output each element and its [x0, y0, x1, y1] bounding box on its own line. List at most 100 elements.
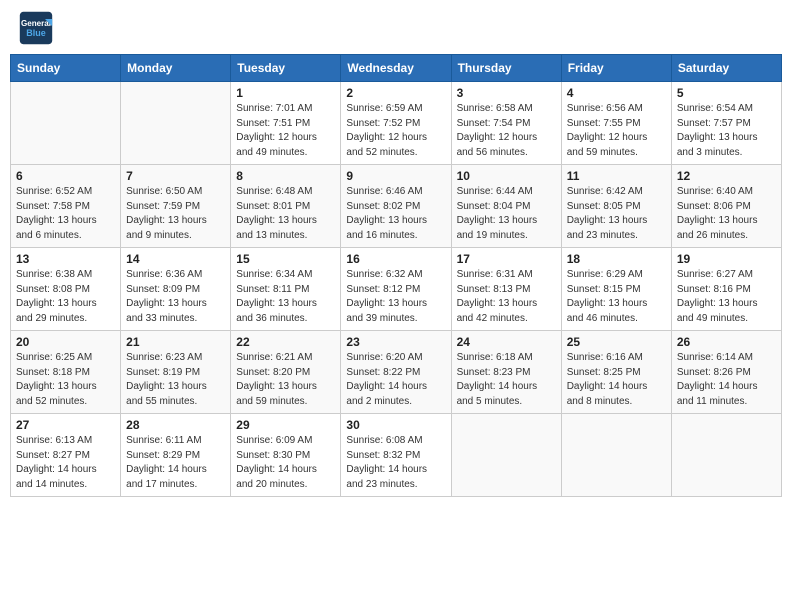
day-number: 21 — [126, 335, 225, 349]
day-info: Sunrise: 6:18 AM Sunset: 8:23 PM Dayligh… — [457, 351, 556, 409]
day-info: Sunrise: 6:16 AM Sunset: 8:25 PM Dayligh… — [567, 351, 666, 409]
calendar-cell: 14Sunrise: 6:36 AM Sunset: 8:09 PM Dayli… — [121, 248, 231, 331]
calendar-week-row: 6 Sunrise: 6:52 AM Sunset: 7:58 PM Daylig… — [11, 165, 782, 248]
calendar-cell: 7Sunrise: 6:50 AM Sunset: 7:59 PM Daylig… — [121, 165, 231, 248]
col-header-saturday: Saturday — [671, 55, 781, 82]
calendar-cell: 23Sunrise: 6:20 AM Sunset: 8:22 PM Dayli… — [341, 331, 451, 414]
calendar-cell: 10Sunrise: 6:44 AM Sunset: 8:04 PM Dayli… — [451, 165, 561, 248]
svg-text:Blue: Blue — [26, 28, 46, 38]
calendar-cell: 2 Sunrise: 6:59 AM Sunset: 7:52 PM Daylig… — [341, 82, 451, 165]
day-number: 4 — [567, 86, 666, 100]
day-info: Sunrise: 6:32 AM Sunset: 8:12 PM Dayligh… — [346, 268, 445, 326]
logo: General Blue — [18, 10, 54, 46]
day-number: 11 — [567, 169, 666, 183]
svg-text:General: General — [21, 19, 51, 28]
day-info: Sunrise: 6:11 AM Sunset: 8:29 PM Dayligh… — [126, 434, 225, 492]
calendar-cell: 26 Sunrise: 6:14 AM Sunset: 8:26 PM Dayli… — [671, 331, 781, 414]
calendar-week-row: 1 Sunrise: 7:01 AM Sunset: 7:51 PM Daylig… — [11, 82, 782, 165]
day-number: 12 — [677, 169, 776, 183]
col-header-tuesday: Tuesday — [231, 55, 341, 82]
calendar-cell: 1 Sunrise: 7:01 AM Sunset: 7:51 PM Daylig… — [231, 82, 341, 165]
col-header-wednesday: Wednesday — [341, 55, 451, 82]
day-number: 26 — [677, 335, 776, 349]
col-header-sunday: Sunday — [11, 55, 121, 82]
calendar-cell: 29 Sunrise: 6:09 AM Sunset: 8:30 PM Dayli… — [231, 414, 341, 497]
calendar-table: SundayMondayTuesdayWednesdayThursdayFrid… — [10, 54, 782, 497]
day-number: 19 — [677, 252, 776, 266]
day-number: 22 — [236, 335, 335, 349]
calendar-cell: 19 Sunrise: 6:27 AM Sunset: 8:16 PM Dayli… — [671, 248, 781, 331]
day-number: 1 — [236, 86, 335, 100]
col-header-thursday: Thursday — [451, 55, 561, 82]
calendar-cell: 27Sunrise: 6:13 AM Sunset: 8:27 PM Dayli… — [11, 414, 121, 497]
day-info: Sunrise: 7:01 AM Sunset: 7:51 PM Dayligh… — [236, 102, 335, 160]
calendar-cell: 15 Sunrise: 6:34 AM Sunset: 8:11 PM Dayli… — [231, 248, 341, 331]
day-info: Sunrise: 6:27 AM Sunset: 8:16 PM Dayligh… — [677, 268, 776, 326]
day-number: 9 — [346, 169, 445, 183]
calendar-cell — [121, 82, 231, 165]
calendar-cell: 4 Sunrise: 6:56 AM Sunset: 7:55 PM Daylig… — [561, 82, 671, 165]
day-number: 16 — [346, 252, 445, 266]
day-info: Sunrise: 6:34 AM Sunset: 8:11 PM Dayligh… — [236, 268, 335, 326]
day-number: 13 — [16, 252, 115, 266]
page-header: General Blue — [10, 10, 782, 46]
calendar-cell — [561, 414, 671, 497]
day-number: 6 — [16, 169, 115, 183]
day-info: Sunrise: 6:23 AM Sunset: 8:19 PM Dayligh… — [126, 351, 225, 409]
day-info: Sunrise: 6:54 AM Sunset: 7:57 PM Dayligh… — [677, 102, 776, 160]
logo-icon: General Blue — [18, 10, 54, 46]
day-info: Sunrise: 6:36 AM Sunset: 8:09 PM Dayligh… — [126, 268, 225, 326]
day-info: Sunrise: 6:29 AM Sunset: 8:15 PM Dayligh… — [567, 268, 666, 326]
day-info: Sunrise: 6:09 AM Sunset: 8:30 PM Dayligh… — [236, 434, 335, 492]
day-info: Sunrise: 6:44 AM Sunset: 8:04 PM Dayligh… — [457, 185, 556, 243]
day-info: Sunrise: 6:50 AM Sunset: 7:59 PM Dayligh… — [126, 185, 225, 243]
calendar-cell: 17 Sunrise: 6:31 AM Sunset: 8:13 PM Dayli… — [451, 248, 561, 331]
day-number: 5 — [677, 86, 776, 100]
day-number: 8 — [236, 169, 335, 183]
day-number: 29 — [236, 418, 335, 432]
day-info: Sunrise: 6:56 AM Sunset: 7:55 PM Dayligh… — [567, 102, 666, 160]
calendar-week-row: 13 Sunrise: 6:38 AM Sunset: 8:08 PM Dayli… — [11, 248, 782, 331]
calendar-cell: 21 Sunrise: 6:23 AM Sunset: 8:19 PM Dayli… — [121, 331, 231, 414]
day-info: Sunrise: 6:42 AM Sunset: 8:05 PM Dayligh… — [567, 185, 666, 243]
day-info: Sunrise: 6:31 AM Sunset: 8:13 PM Dayligh… — [457, 268, 556, 326]
day-number: 3 — [457, 86, 556, 100]
day-number: 17 — [457, 252, 556, 266]
day-info: Sunrise: 6:52 AM Sunset: 7:58 PM Dayligh… — [16, 185, 115, 243]
calendar-cell: 13 Sunrise: 6:38 AM Sunset: 8:08 PM Dayli… — [11, 248, 121, 331]
calendar-cell: 30 Sunrise: 6:08 AM Sunset: 8:32 PM Dayli… — [341, 414, 451, 497]
calendar-cell: 12 Sunrise: 6:40 AM Sunset: 8:06 PM Dayli… — [671, 165, 781, 248]
day-info: Sunrise: 6:59 AM Sunset: 7:52 PM Dayligh… — [346, 102, 445, 160]
day-number: 2 — [346, 86, 445, 100]
calendar-week-row: 20 Sunrise: 6:25 AM Sunset: 8:18 PM Dayli… — [11, 331, 782, 414]
day-number: 15 — [236, 252, 335, 266]
day-number: 30 — [346, 418, 445, 432]
calendar-cell: 6 Sunrise: 6:52 AM Sunset: 7:58 PM Daylig… — [11, 165, 121, 248]
calendar-week-row: 27Sunrise: 6:13 AM Sunset: 8:27 PM Dayli… — [11, 414, 782, 497]
day-info: Sunrise: 6:58 AM Sunset: 7:54 PM Dayligh… — [457, 102, 556, 160]
day-info: Sunrise: 6:48 AM Sunset: 8:01 PM Dayligh… — [236, 185, 335, 243]
day-info: Sunrise: 6:38 AM Sunset: 8:08 PM Dayligh… — [16, 268, 115, 326]
calendar-cell: 18 Sunrise: 6:29 AM Sunset: 8:15 PM Dayli… — [561, 248, 671, 331]
day-number: 27 — [16, 418, 115, 432]
calendar-cell: 9Sunrise: 6:46 AM Sunset: 8:02 PM Daylig… — [341, 165, 451, 248]
day-number: 18 — [567, 252, 666, 266]
calendar-cell: 25Sunrise: 6:16 AM Sunset: 8:25 PM Dayli… — [561, 331, 671, 414]
calendar-cell: 3 Sunrise: 6:58 AM Sunset: 7:54 PM Daylig… — [451, 82, 561, 165]
calendar-header-row: SundayMondayTuesdayWednesdayThursdayFrid… — [11, 55, 782, 82]
day-number: 28 — [126, 418, 225, 432]
calendar-cell: 28 Sunrise: 6:11 AM Sunset: 8:29 PM Dayli… — [121, 414, 231, 497]
calendar-cell: 20 Sunrise: 6:25 AM Sunset: 8:18 PM Dayli… — [11, 331, 121, 414]
calendar-cell — [671, 414, 781, 497]
col-header-monday: Monday — [121, 55, 231, 82]
day-info: Sunrise: 6:40 AM Sunset: 8:06 PM Dayligh… — [677, 185, 776, 243]
calendar-cell: 11 Sunrise: 6:42 AM Sunset: 8:05 PM Dayli… — [561, 165, 671, 248]
day-info: Sunrise: 6:25 AM Sunset: 8:18 PM Dayligh… — [16, 351, 115, 409]
day-info: Sunrise: 6:14 AM Sunset: 8:26 PM Dayligh… — [677, 351, 776, 409]
day-info: Sunrise: 6:20 AM Sunset: 8:22 PM Dayligh… — [346, 351, 445, 409]
day-info: Sunrise: 6:08 AM Sunset: 8:32 PM Dayligh… — [346, 434, 445, 492]
day-number: 24 — [457, 335, 556, 349]
day-number: 20 — [16, 335, 115, 349]
calendar-cell: 22Sunrise: 6:21 AM Sunset: 8:20 PM Dayli… — [231, 331, 341, 414]
col-header-friday: Friday — [561, 55, 671, 82]
